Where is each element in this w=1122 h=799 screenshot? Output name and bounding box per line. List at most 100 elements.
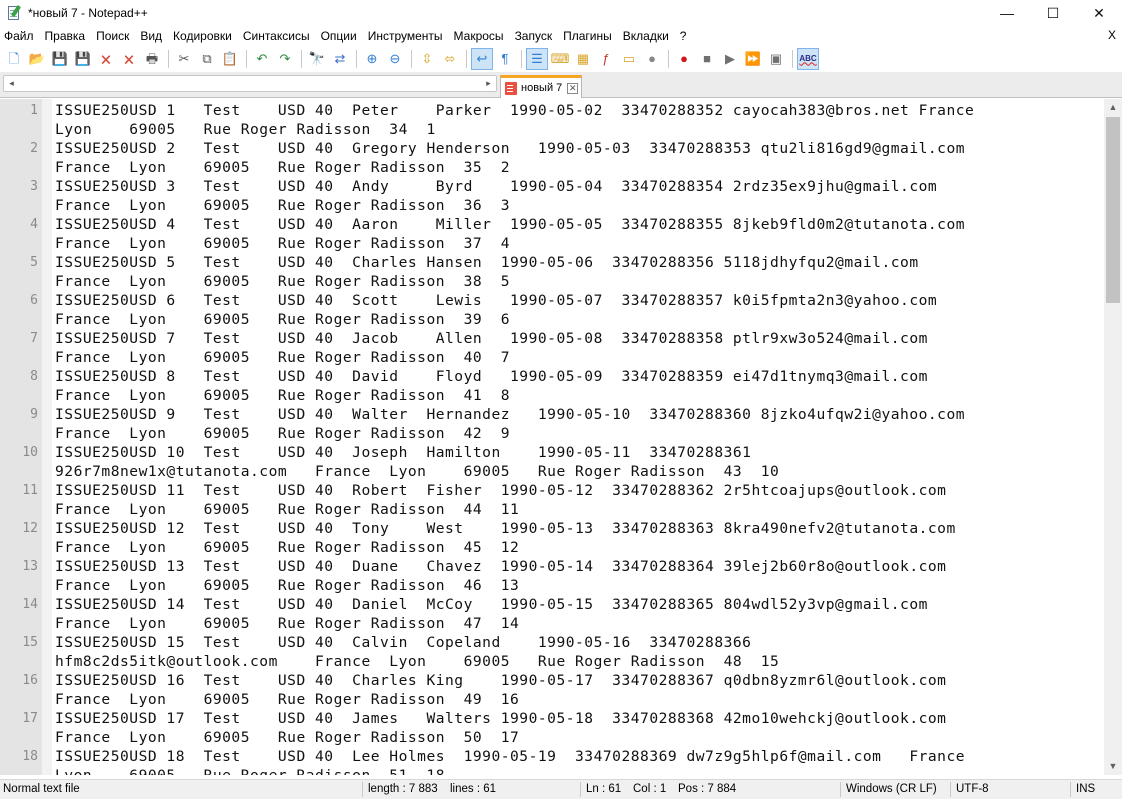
text-line[interactable]: ISSUE250USD 13 Test USD 40 Duane Chavez … — [55, 558, 946, 575]
zoom-in-button[interactable]: ⊕ — [361, 48, 383, 70]
paste-button[interactable]: 📋 — [219, 48, 241, 70]
status-encoding[interactable]: UTF-8 — [956, 783, 989, 795]
word-wrap-button[interactable]: ↩ — [471, 47, 493, 70]
find-button[interactable]: 🔭 — [306, 48, 328, 70]
text-line[interactable]: hfm8c2ds5itk@outlook.com France Lyon 690… — [55, 653, 779, 670]
fold-margin[interactable] — [42, 99, 52, 775]
text-line[interactable]: ISSUE250USD 10 Test USD 40 Joseph Hamilt… — [55, 444, 751, 461]
text-line[interactable]: ISSUE250USD 12 Test USD 40 Tony West 199… — [55, 520, 956, 537]
doc-map-button[interactable]: ▦ — [572, 48, 594, 70]
editor[interactable]: 1 ISSUE250USD 1 Test USD 40 Peter Parker … — [0, 99, 1122, 775]
new-file-button[interactable]: 🗋 — [3, 48, 25, 70]
folder-workspace-button[interactable]: ▭ — [618, 48, 640, 70]
text-line[interactable]: France Lyon 69005 Rue Roger Radisson 50 … — [55, 729, 519, 746]
menu-item[interactable]: Вкладки — [619, 29, 673, 43]
monitor-button[interactable]: ● — [641, 48, 663, 70]
text-line[interactable]: ISSUE250USD 5 Test USD 40 Charles Hansen… — [55, 254, 919, 271]
play-macro-multiple-button[interactable]: ⏩ — [742, 48, 764, 70]
menu-item[interactable]: Поиск — [92, 29, 133, 43]
text-line[interactable]: ISSUE250USD 14 Test USD 40 Daniel McCoy … — [55, 596, 928, 613]
text-line[interactable]: ISSUE250USD 1 Test USD 40 Peter Parker 1… — [55, 102, 974, 119]
text-line[interactable]: Lyon 69005 Rue Roger Radisson 51 18 — [55, 767, 445, 775]
text-line[interactable]: ISSUE250USD 4 Test USD 40 Aaron Miller 1… — [55, 216, 965, 233]
text-line[interactable]: ISSUE250USD 2 Test USD 40 Gregory Hender… — [55, 140, 965, 157]
replace-button[interactable]: ⇄ — [329, 48, 351, 70]
text-line[interactable]: ISSUE250USD 3 Test USD 40 Andy Byrd 1990… — [55, 178, 937, 195]
vertical-scrollbar[interactable]: ▲ ▼ — [1104, 99, 1122, 775]
scroll-left-icon[interactable]: ◂ — [6, 78, 17, 89]
text-line[interactable]: Lyon 69005 Rue Roger Radisson 34 1 — [55, 121, 436, 138]
text-line[interactable]: France Lyon 69005 Rue Roger Radisson 45 … — [55, 539, 519, 556]
text-line[interactable]: ISSUE250USD 16 Test USD 40 Charles King … — [55, 672, 946, 689]
text-line[interactable]: France Lyon 69005 Rue Roger Radisson 39 … — [55, 311, 510, 328]
text-line[interactable]: France Lyon 69005 Rue Roger Radisson 44 … — [55, 501, 519, 518]
copy-button[interactable]: ⧉ — [196, 48, 218, 70]
print-button[interactable]: 🖶 — [141, 48, 163, 70]
redo-button[interactable]: ↷ — [274, 48, 296, 70]
scroll-down-icon[interactable]: ▼ — [1104, 758, 1122, 775]
status-eol[interactable]: Windows (CR LF) — [846, 783, 937, 795]
text-line[interactable]: France Lyon 69005 Rue Roger Radisson 41 … — [55, 387, 510, 404]
close-all-button[interactable]: 🗙 — [118, 48, 140, 70]
text-line[interactable]: ISSUE250USD 11 Test USD 40 Robert Fisher… — [55, 482, 946, 499]
menu-item[interactable]: ? — [676, 29, 691, 43]
undo-button[interactable]: ↶ — [251, 48, 273, 70]
menu-item[interactable]: Правка — [41, 29, 90, 43]
language-button[interactable]: ⌨ — [549, 48, 571, 70]
close-document-button[interactable]: X — [1108, 28, 1116, 42]
stop-macro-button[interactable]: ■ — [696, 48, 718, 70]
text-line[interactable]: France Lyon 69005 Rue Roger Radisson 42 … — [55, 425, 510, 442]
open-file-button[interactable]: 📂 — [26, 48, 48, 70]
sync-horizontal-button[interactable]: ⬄ — [439, 48, 461, 70]
text-line[interactable]: France Lyon 69005 Rue Roger Radisson 46 … — [55, 577, 519, 594]
text-line[interactable]: 926r7m8new1x@tutanota.com France Lyon 69… — [55, 463, 779, 480]
text-line[interactable]: ISSUE250USD 17 Test USD 40 James Walters… — [55, 710, 946, 727]
menu-item[interactable]: Опции — [317, 29, 361, 43]
menu-item[interactable]: Синтаксисы — [239, 29, 314, 43]
scroll-up-icon[interactable]: ▲ — [1104, 99, 1122, 116]
play-macro-button[interactable]: ▶ — [719, 48, 741, 70]
sync-vertical-button[interactable]: ⇳ — [416, 48, 438, 70]
tab-scrollbar[interactable]: ◂ ▸ — [3, 75, 497, 92]
save-macro-button[interactable]: ▣ — [765, 48, 787, 70]
text-line[interactable]: ISSUE250USD 6 Test USD 40 Scott Lewis 19… — [55, 292, 937, 309]
indent-guide-button[interactable]: ☰ — [526, 47, 548, 70]
text-line[interactable]: ISSUE250USD 8 Test USD 40 David Floyd 19… — [55, 368, 928, 385]
cut-button[interactable]: ✂ — [173, 48, 195, 70]
open-file-icon: 📂 — [28, 51, 46, 66]
save-all-button[interactable]: 💾 — [72, 48, 94, 70]
menu-item[interactable]: Файл — [0, 29, 38, 43]
text-line[interactable]: France Lyon 69005 Rue Roger Radisson 37 … — [55, 235, 510, 252]
function-list-button[interactable]: ƒ — [595, 48, 617, 70]
text-line[interactable]: France Lyon 69005 Rue Roger Radisson 38 … — [55, 273, 510, 290]
text-line[interactable]: France Lyon 69005 Rue Roger Radisson 49 … — [55, 691, 519, 708]
tab-close-icon[interactable]: ✕ — [567, 82, 579, 94]
scroll-right-icon[interactable]: ▸ — [483, 78, 494, 89]
text-line[interactable]: ISSUE250USD 9 Test USD 40 Walter Hernand… — [55, 406, 965, 423]
text-line[interactable]: France Lyon 69005 Rue Roger Radisson 40 … — [55, 349, 510, 366]
show-all-chars-button[interactable]: ¶ — [494, 48, 516, 70]
close-window-button[interactable]: ✕ — [1076, 0, 1122, 26]
menu-item[interactable]: Вид — [136, 29, 166, 43]
text-line[interactable]: ISSUE250USD 18 Test USD 40 Lee Holmes 19… — [55, 748, 965, 765]
save-button[interactable]: 💾 — [49, 48, 71, 70]
text-line[interactable]: ISSUE250USD 7 Test USD 40 Jacob Allen 19… — [55, 330, 928, 347]
menu-item[interactable]: Макросы — [450, 29, 508, 43]
scrollbar-thumb[interactable] — [1106, 117, 1120, 303]
minimize-button[interactable]: — — [984, 0, 1030, 26]
maximize-button[interactable]: ☐ — [1030, 0, 1076, 26]
tab-new-7[interactable]: новый 7 ✕ — [500, 75, 582, 98]
menu-item[interactable]: Запуск — [511, 29, 557, 43]
menu-item[interactable]: Плагины — [559, 29, 616, 43]
zoom-out-button[interactable]: ⊖ — [384, 48, 406, 70]
text-line[interactable]: ISSUE250USD 15 Test USD 40 Calvin Copela… — [55, 634, 751, 651]
text-line[interactable]: France Lyon 69005 Rue Roger Radisson 35 … — [55, 159, 510, 176]
record-macro-button[interactable]: ● — [673, 48, 695, 70]
status-insert-mode[interactable]: INS — [1076, 783, 1095, 795]
spellcheck-button[interactable]: ABC — [797, 47, 819, 70]
menu-item[interactable]: Кодировки — [169, 29, 236, 43]
text-line[interactable]: France Lyon 69005 Rue Roger Radisson 36 … — [55, 197, 510, 214]
text-line[interactable]: France Lyon 69005 Rue Roger Radisson 47 … — [55, 615, 519, 632]
close-button[interactable]: 🗙 — [95, 48, 117, 70]
menu-item[interactable]: Инструменты — [364, 29, 447, 43]
